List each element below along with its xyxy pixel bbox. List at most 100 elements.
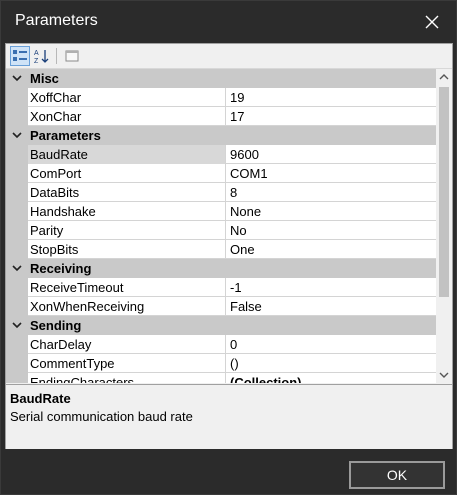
property-name[interactable]: BaudRate	[30, 147, 220, 162]
property-value[interactable]: 19	[230, 90, 430, 105]
svg-text:A: A	[34, 50, 39, 57]
category-label: Misc	[30, 71, 59, 86]
property-row[interactable]: ReceiveTimeout -1	[6, 278, 436, 297]
category-row[interactable]: Misc	[6, 69, 436, 88]
property-name[interactable]: ComPort	[30, 166, 220, 181]
property-name[interactable]: Parity	[30, 223, 220, 238]
property-value[interactable]: 0	[230, 337, 430, 352]
property-value[interactable]: 8	[230, 185, 430, 200]
property-row[interactable]: Handshake None	[6, 202, 436, 221]
parameters-dialog: Parameters A Z Misc XoffChar 19 XonChar …	[0, 0, 457, 495]
column-divider[interactable]	[225, 354, 226, 373]
property-name[interactable]: XonChar	[30, 109, 220, 124]
row-gutter	[6, 278, 28, 297]
chevron-up-icon	[439, 74, 449, 80]
categorized-view-icon	[13, 50, 27, 61]
row-gutter	[6, 107, 28, 126]
row-gutter	[6, 297, 28, 316]
row-gutter	[6, 202, 28, 221]
property-value[interactable]: None	[230, 204, 430, 219]
collapse-chevron-icon[interactable]	[10, 318, 24, 332]
help-description: Serial communication baud rate	[10, 409, 193, 424]
property-value[interactable]: 9600	[230, 147, 430, 162]
category-row[interactable]: Receiving	[6, 259, 436, 278]
property-value[interactable]: -1	[230, 280, 430, 295]
column-divider[interactable]	[225, 335, 226, 354]
property-value[interactable]: One	[230, 242, 430, 257]
property-name[interactable]: XonWhenReceiving	[30, 299, 220, 314]
column-divider[interactable]	[225, 88, 226, 107]
property-row[interactable]: BaudRate 9600	[6, 145, 436, 164]
ok-button[interactable]: OK	[349, 461, 445, 489]
row-gutter	[6, 335, 28, 354]
property-grid: A Z Misc XoffChar 19 XonChar 17 Parameters Bau…	[5, 43, 453, 449]
category-label: Receiving	[30, 261, 92, 276]
property-value[interactable]: False	[230, 299, 430, 314]
scrollbar-thumb[interactable]	[439, 87, 449, 297]
scroll-down-button[interactable]	[436, 367, 452, 383]
close-button[interactable]	[416, 7, 448, 37]
property-row[interactable]: CommentType ()	[6, 354, 436, 373]
column-divider[interactable]	[225, 183, 226, 202]
collapse-chevron-icon[interactable]	[10, 128, 24, 142]
column-divider[interactable]	[225, 240, 226, 259]
property-row[interactable]: XoffChar 19	[6, 88, 436, 107]
property-value[interactable]: 17	[230, 109, 430, 124]
column-divider[interactable]	[225, 221, 226, 240]
column-divider[interactable]	[225, 164, 226, 183]
property-name[interactable]: StopBits	[30, 242, 220, 257]
property-row[interactable]: StopBits One	[6, 240, 436, 259]
property-rows: Misc XoffChar 19 XonChar 17 Parameters BaudRat…	[6, 69, 436, 383]
property-value[interactable]: ()	[230, 356, 430, 371]
property-row[interactable]: Parity No	[6, 221, 436, 240]
property-pages-icon	[65, 50, 79, 62]
row-gutter	[6, 240, 28, 259]
categorized-button[interactable]	[10, 46, 30, 66]
row-gutter	[6, 88, 28, 107]
property-row[interactable]: XonChar 17	[6, 107, 436, 126]
property-pages-button[interactable]	[62, 46, 82, 66]
title-bar: Parameters	[1, 1, 456, 43]
row-gutter	[6, 164, 28, 183]
column-divider[interactable]	[225, 278, 226, 297]
column-divider[interactable]	[225, 107, 226, 126]
close-icon	[425, 15, 439, 29]
toolbar-separator	[56, 48, 57, 64]
column-divider[interactable]	[225, 202, 226, 221]
row-gutter	[6, 183, 28, 202]
property-row[interactable]: DataBits 8	[6, 183, 436, 202]
category-row[interactable]: Parameters	[6, 126, 436, 145]
property-value[interactable]: COM1	[230, 166, 430, 181]
category-label: Parameters	[30, 128, 101, 143]
property-name[interactable]: ReceiveTimeout	[30, 280, 220, 295]
vertical-scrollbar[interactable]	[436, 69, 452, 383]
scroll-up-button[interactable]	[436, 69, 452, 85]
property-name[interactable]: Handshake	[30, 204, 220, 219]
row-gutter	[6, 373, 28, 383]
property-row[interactable]: XonWhenReceiving False	[6, 297, 436, 316]
category-row[interactable]: Sending	[6, 316, 436, 335]
collapse-chevron-icon[interactable]	[10, 71, 24, 85]
column-divider[interactable]	[225, 297, 226, 316]
property-value[interactable]: (Collection)	[230, 375, 430, 383]
alphabetical-sort-icon: A Z	[34, 50, 49, 64]
property-name[interactable]: DataBits	[30, 185, 220, 200]
row-gutter	[6, 221, 28, 240]
property-name[interactable]: CommentType	[30, 356, 220, 371]
property-row[interactable]: ComPort COM1	[6, 164, 436, 183]
collapse-chevron-icon[interactable]	[10, 261, 24, 275]
row-gutter	[6, 354, 28, 373]
column-divider[interactable]	[225, 373, 226, 383]
column-divider[interactable]	[225, 145, 226, 164]
alphabetical-button[interactable]: A Z	[32, 46, 52, 66]
category-label: Sending	[30, 318, 82, 333]
svg-text:Z: Z	[34, 58, 39, 64]
property-name[interactable]: EndingCharacters	[30, 375, 220, 383]
property-row[interactable]: CharDelay 0	[6, 335, 436, 354]
help-panel: BaudRate Serial communication baud rate	[6, 384, 452, 449]
property-row[interactable]: EndingCharacters (Collection)	[6, 373, 436, 383]
property-name[interactable]: CharDelay	[30, 337, 220, 352]
property-grid-toolbar: A Z	[6, 44, 452, 69]
property-value[interactable]: No	[230, 223, 430, 238]
property-name[interactable]: XoffChar	[30, 90, 220, 105]
